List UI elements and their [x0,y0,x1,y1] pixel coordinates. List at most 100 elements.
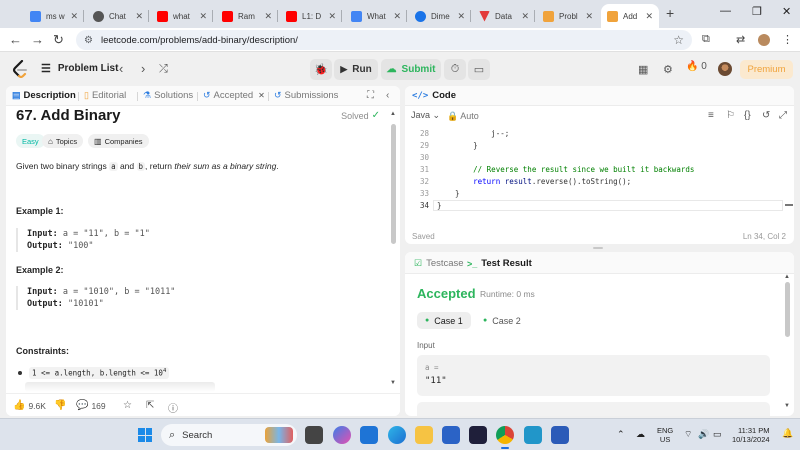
close-icon[interactable]: ✕ [264,11,272,22]
tab-test-result[interactable]: >_ Test Result [467,258,532,269]
tab-description[interactable]: ▤ Description [12,90,76,101]
debug-icon[interactable]: 🐞 [310,59,332,80]
fullscreen-icon[interactable]: ⤢ [779,110,787,121]
shuffle-icon[interactable]: ⤮ [159,63,168,76]
run-button[interactable]: ▶ Run [334,59,378,80]
scroll-down-arrow[interactable]: ▼ [390,380,396,386]
close-icon[interactable]: ✕ [135,11,143,22]
case-2-tab[interactable]: ● Case 2 [475,312,529,329]
close-icon[interactable]: ✕ [199,11,207,22]
copilot-icon[interactable] [333,426,351,444]
scroll-up-arrow[interactable]: ▲ [390,111,396,117]
close-tab-icon[interactable]: ✕ [258,91,265,100]
back-arrow-icon[interactable]: ← [9,32,22,47]
collapse-panel-icon[interactable]: ‹ [386,90,389,101]
site-settings-icon[interactable]: ⚙ [84,35,93,46]
comments-button[interactable]: 💬 169 [76,400,106,411]
bookmark-star-icon[interactable]: ☆ [673,33,684,47]
close-icon[interactable]: ✕ [645,11,653,22]
window-close-button[interactable]: ✕ [782,5,791,18]
language-select[interactable]: Java ⌄ [411,111,440,120]
next-problem-icon[interactable]: › [141,61,145,76]
word-icon[interactable] [551,426,569,444]
result-scrollbar[interactable] [785,282,790,337]
browser-tab-9[interactable]: Probl ✕ [537,4,599,28]
notification-bell-icon[interactable]: 🔔 [782,428,793,439]
chrome-icon[interactable] [496,426,514,449]
like-button[interactable]: 👍 9.6K [13,400,46,411]
tab-solutions[interactable]: ⚗ Solutions [143,90,193,101]
browser-tab-1[interactable]: ms w ✕ [24,4,84,28]
store-app-icon[interactable] [360,426,378,444]
scroll-up-arrow[interactable]: ▲ [784,274,790,280]
browser-tab-8[interactable]: Data ✕ [473,4,535,28]
browser-tab-active[interactable]: Add ✕ [601,4,659,28]
wifi-icon[interactable]: ⌔ [684,429,692,440]
browser-tab-7[interactable]: Dime ✕ [409,4,471,28]
profile-avatar[interactable] [758,34,770,46]
more-menu-icon[interactable]: ⋮ [782,33,793,46]
minimize-button[interactable]: — [720,5,731,17]
edge-icon[interactable] [388,426,406,444]
address-bar[interactable]: ⚙ leetcode.com/problems/add-binary/descr… [76,30,692,50]
share-button[interactable]: ⇱ [146,400,157,411]
maximize-panel-icon[interactable]: ⛶ [367,90,374,101]
braces-icon[interactable]: {} [744,110,751,121]
windows-start-icon[interactable] [138,428,152,442]
battery-icon[interactable]: ▭ [713,429,722,440]
chevron-up-icon[interactable]: ⌃ [617,429,625,440]
tab-submissions[interactable]: ↺ Submissions [274,90,338,101]
dislike-button[interactable]: 👎 [54,400,69,411]
description-scrollbar[interactable] [391,124,396,244]
leetcode-logo-icon[interactable] [12,60,28,78]
favorite-button[interactable]: ☆ [123,400,135,411]
ms-store-icon[interactable] [442,426,460,444]
cloud-icon[interactable]: ☁ [636,429,645,440]
close-icon[interactable]: ✕ [70,11,78,22]
auto-mode-toggle[interactable]: 🔒 Auto [447,111,479,122]
timer-icon[interactable]: ⏱ [444,59,466,80]
snipping-tool-icon[interactable] [524,426,542,444]
browser-tab-4[interactable]: Ram ✕ [216,4,278,28]
panel-resize-handle[interactable] [593,247,603,249]
cast-icon[interactable]: ⇄ [736,33,745,46]
user-avatar[interactable] [718,62,732,76]
close-icon[interactable]: ✕ [585,11,593,22]
close-icon[interactable]: ✕ [457,11,465,22]
tab-accepted[interactable]: ↺ Accepted ✕ [203,90,265,101]
format-icon[interactable]: ≡ [708,110,714,121]
forward-arrow-icon[interactable]: → [31,32,44,47]
layout-grid-icon[interactable]: ▦ [638,63,648,76]
new-tab-button[interactable]: + [666,5,674,21]
topics-chip[interactable]: ⌂ Topics [42,134,84,148]
scroll-down-arrow[interactable]: ▼ [784,403,790,409]
help-button[interactable]: ⓘ [168,400,181,415]
maximize-button[interactable]: ❐ [752,5,762,18]
bookmark-icon[interactable]: ⚐ [726,110,735,121]
reset-icon[interactable]: ↺ [762,110,770,121]
intellij-icon[interactable] [469,426,487,444]
streak-counter[interactable]: 🔥 0 [686,61,707,72]
submit-button[interactable]: ☁ Submit [381,59,441,80]
notes-icon[interactable]: ▭ [468,59,490,80]
taskbar-clock[interactable]: 11:31 PM 10/13/2024 [732,426,770,444]
task-view-icon[interactable] [305,426,323,444]
browser-tab-3[interactable]: what ✕ [151,4,213,28]
close-icon[interactable]: ✕ [521,11,529,22]
problem-list-link[interactable]: ☰ Problem List [41,62,118,75]
tab-testcase[interactable]: ☑ Testcase [414,258,464,269]
browser-tab-5[interactable]: L1: D ✕ [280,4,342,28]
extensions-icon[interactable]: ⧉ [702,33,710,46]
tab-editorial[interactable]: ▯ Editorial [84,90,126,101]
language-indicator[interactable]: ENG US [657,426,673,444]
premium-button[interactable]: Premium [740,60,793,79]
companies-chip[interactable]: ▥ Companies [88,134,149,148]
reload-icon[interactable]: ↻ [53,32,64,48]
browser-tab-6[interactable]: What ✕ [345,4,407,28]
prev-problem-icon[interactable]: ‹ [119,61,123,76]
close-icon[interactable]: ✕ [328,11,336,22]
browser-tab-2[interactable]: Chat ✕ [87,4,149,28]
taskbar-search[interactable]: ⌕ Search [161,424,297,446]
url-text[interactable]: leetcode.com/problems/add-binary/descrip… [101,35,298,46]
close-icon[interactable]: ✕ [393,11,401,22]
